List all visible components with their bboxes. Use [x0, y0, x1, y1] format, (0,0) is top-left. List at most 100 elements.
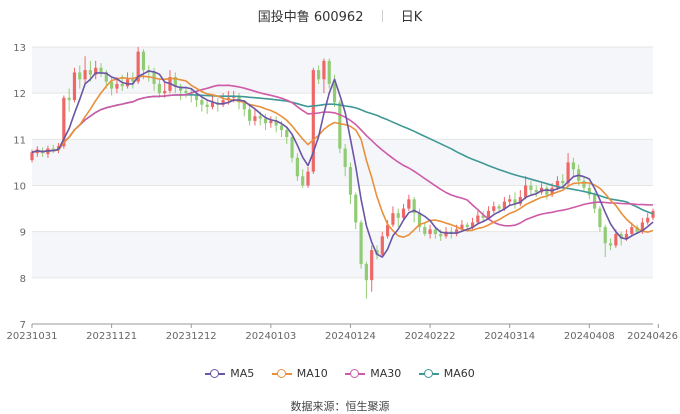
- x-tick-label: 20240124: [325, 331, 376, 342]
- candle-body: [603, 227, 607, 244]
- data-source: 数据来源：恒生聚源: [290, 400, 390, 413]
- legend-ma10-swatch: [271, 368, 292, 379]
- candle-body: [492, 206, 496, 211]
- candle: [492, 201, 496, 214]
- candle: [348, 162, 353, 204]
- candle: [545, 185, 549, 200]
- x-tick-label: 20240222: [405, 331, 456, 342]
- candle-body: [364, 263, 368, 281]
- candle-body: [571, 162, 575, 170]
- x-tick-label: 20240103: [245, 331, 296, 342]
- candle-body: [290, 137, 294, 158]
- candle-body: [51, 148, 55, 150]
- legend: MA5 MA10 MA30 MA60: [0, 367, 680, 382]
- candle-body: [508, 199, 512, 202]
- candle-body: [163, 90, 167, 94]
- x-tick-label: 20231031: [7, 331, 58, 342]
- legend-ma30-label: MA30: [370, 367, 402, 380]
- candle-body: [205, 104, 209, 108]
- candle: [598, 206, 602, 232]
- candle: [646, 213, 650, 225]
- candle: [274, 116, 278, 133]
- candle: [253, 109, 257, 126]
- y-tick-label: 10: [13, 182, 26, 193]
- candle-body: [285, 130, 289, 138]
- candle-body: [141, 51, 146, 71]
- candle-body: [157, 83, 161, 94]
- grid-band: [32, 47, 653, 94]
- candle-body: [301, 176, 305, 186]
- candle-body: [465, 224, 469, 228]
- candle-body: [380, 236, 384, 255]
- legend-item-ma10[interactable]: MA10: [271, 367, 328, 380]
- candle-body: [72, 72, 77, 101]
- candle: [359, 220, 363, 269]
- candle-body: [88, 70, 92, 75]
- candle-body: [646, 217, 650, 223]
- candle: [534, 185, 538, 198]
- y-tick-label: 13: [13, 43, 26, 54]
- candle-body: [370, 250, 374, 281]
- candle: [269, 116, 273, 128]
- candle-body: [391, 213, 395, 225]
- candle: [354, 192, 358, 230]
- candle-body: [83, 70, 87, 80]
- candle-body: [269, 120, 273, 124]
- y-tick-label: 12: [13, 89, 26, 100]
- y-tick-label: 7: [20, 320, 26, 331]
- candle-body: [524, 185, 528, 198]
- candle-body: [99, 67, 103, 73]
- candle-body: [258, 116, 262, 119]
- candle-body: [407, 199, 411, 209]
- candle: [513, 192, 517, 209]
- legend-item-ma30[interactable]: MA30: [345, 367, 401, 380]
- candle-body: [348, 167, 353, 195]
- legend-ma5-label: MA5: [230, 367, 255, 380]
- candle: [248, 104, 252, 126]
- y-tick-label: 8: [20, 274, 26, 285]
- candle-body: [433, 229, 437, 234]
- candle: [221, 93, 225, 108]
- candle-body: [184, 90, 188, 94]
- legend-item-ma60[interactable]: MA60: [418, 367, 475, 380]
- candle: [311, 67, 315, 174]
- candle-body: [401, 208, 406, 218]
- candle: [364, 261, 368, 299]
- candle-body: [78, 72, 82, 80]
- candle-body: [295, 157, 299, 177]
- candle-body: [598, 208, 602, 228]
- candle: [370, 245, 374, 292]
- candle-body: [428, 229, 432, 234]
- x-tick-label: 20231121: [86, 331, 137, 342]
- candle-body: [651, 210, 655, 218]
- candle-body: [67, 97, 71, 101]
- candle-body: [529, 185, 533, 191]
- candle: [216, 97, 220, 112]
- candle-body: [534, 190, 538, 193]
- candle-body: [343, 148, 347, 168]
- candle: [205, 100, 209, 114]
- y-tick-label: 11: [13, 135, 26, 146]
- candle-body: [338, 102, 342, 149]
- kline-chart: 7 8 9 10 11 12 13 20231031 20231121 20231212 20240…: [7, 43, 678, 342]
- background-bands: [32, 47, 653, 278]
- candle: [396, 208, 400, 228]
- candle-body: [125, 79, 130, 87]
- legend-ma30-swatch: [345, 368, 366, 379]
- candle-body: [396, 213, 400, 218]
- candle-body: [200, 100, 204, 105]
- grid-band: [32, 139, 653, 186]
- candle-body: [248, 109, 252, 121]
- x-tick-label: 20240426: [627, 331, 678, 342]
- candle: [518, 190, 522, 207]
- candle-body: [317, 70, 321, 80]
- candle: [72, 67, 77, 103]
- candle-body: [306, 171, 310, 186]
- candle-body: [561, 180, 565, 184]
- candle-body: [359, 222, 363, 264]
- legend-ma60-swatch: [418, 368, 439, 379]
- candle-body: [354, 194, 358, 223]
- legend-item-ma5[interactable]: MA5: [205, 367, 254, 380]
- candle: [391, 206, 395, 228]
- candle-body: [423, 227, 427, 234]
